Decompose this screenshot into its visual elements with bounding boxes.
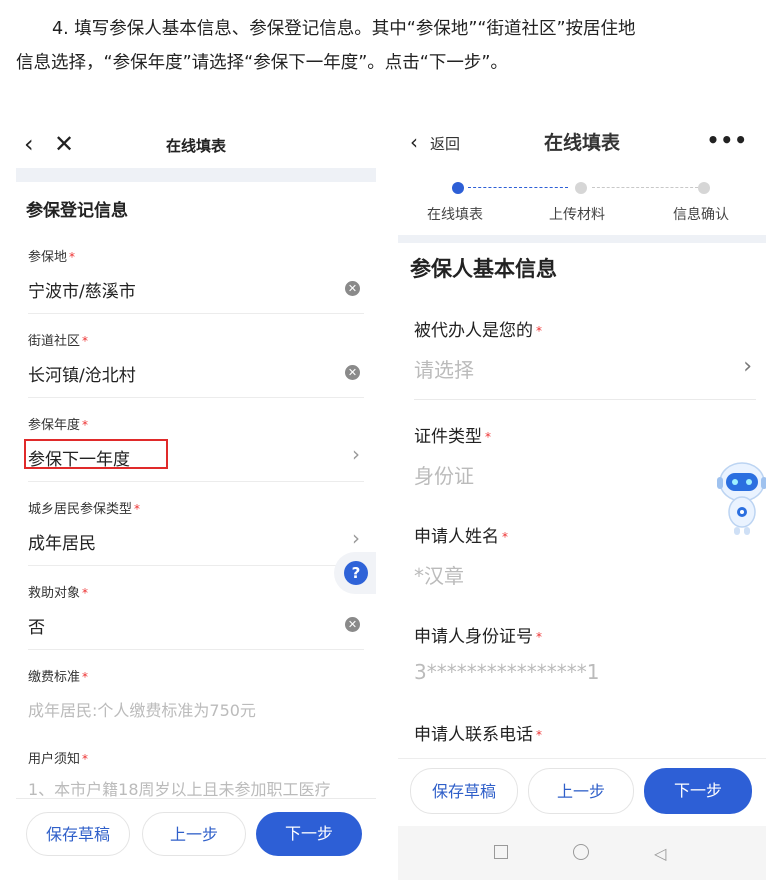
field-label: 救助对象 (28, 586, 81, 601)
field-value: 长河镇/沧北村 (28, 366, 136, 386)
square-icon[interactable] (494, 845, 508, 859)
chevron-right-icon: › (352, 526, 360, 550)
instruction-text: 4. 填写参保人基本信息、参保登记信息。其中“参保地”“街道社区”按居住地 信息… (16, 12, 771, 80)
next-step-button[interactable]: 下一步 (256, 812, 362, 856)
field-applicant-name: 申请人姓名 * *汉章 (414, 522, 756, 602)
back-button[interactable]: 返回 (430, 133, 460, 154)
field-id-type: 证件类型 * 身份证 (414, 422, 756, 502)
prev-step-button[interactable]: 上一步 (528, 768, 634, 814)
left-phone-screen: ‹ ✕ 在线填表 参保登记信息 参保地 * 宁波市/慈溪市 ✕ 街道社区 * 长河镇… (16, 122, 376, 880)
field-user-notice: 用户须知 * 1、本市户籍18周岁以上且未参加职工医疗 (28, 748, 364, 799)
right-nav-bar: ‹ 返回 在线填表 ••• (398, 122, 766, 164)
field-payment-standard: 缴费标准 * 成年居民:个人缴费标准为750元 (28, 666, 364, 732)
field-label: 申请人姓名 (414, 527, 499, 547)
divider-band (16, 168, 376, 182)
clear-icon[interactable]: ✕ (345, 365, 360, 380)
field-value: 3****************1 (414, 660, 600, 684)
field-assistance-target[interactable]: 救助对象 * 否 ✕ (28, 582, 364, 650)
page-title: 在线填表 (165, 137, 226, 155)
step-connector (468, 187, 568, 188)
field-label: 证件类型 (414, 427, 482, 447)
field-value: 成年居民 (28, 534, 96, 554)
field-insured-place[interactable]: 参保地 * 宁波市/慈溪市 ✕ (28, 246, 364, 314)
field-label: 用户须知 (28, 752, 81, 767)
field-value: 宁波市/慈溪市 (28, 282, 136, 302)
step-dot (575, 182, 587, 194)
left-footer-bar: 保存草稿 上一步 下一步 (16, 798, 376, 880)
step-label: 上传材料 (549, 207, 605, 223)
instruction-line-1: 4. 填写参保人基本信息、参保登记信息。其中“参保地”“街道社区”按居住地 (52, 19, 636, 39)
left-nav-bar: ‹ ✕ 在线填表 (16, 122, 376, 168)
required-mark: * (69, 250, 76, 264)
progress-stepper: 在线填表 上传材料 信息确认 (398, 168, 766, 232)
help-button[interactable]: ? (334, 552, 376, 594)
field-agent-relation[interactable]: 被代办人是您的 * 请选择 › (414, 316, 756, 400)
more-icon[interactable]: ••• (707, 128, 748, 152)
page-title: 在线填表 (543, 132, 620, 154)
chevron-right-icon: › (743, 354, 752, 379)
required-mark: * (536, 324, 542, 338)
field-value: 身份证 (414, 464, 474, 488)
field-label: 参保地 (28, 250, 68, 265)
step-label: 在线填表 (427, 207, 483, 223)
field-resident-insurance-type[interactable]: 城乡居民参保类型 * 成年居民 › (28, 498, 364, 566)
step-dot-active (452, 182, 464, 194)
save-draft-button[interactable]: 保存草稿 (410, 768, 518, 814)
question-icon: ? (344, 561, 368, 585)
field-label: 被代办人是您的 (414, 321, 533, 341)
required-mark: * (536, 630, 542, 644)
field-value: 成年居民:个人缴费标准为750元 (28, 701, 256, 720)
step-connector (592, 187, 698, 188)
required-mark: * (82, 418, 89, 432)
field-label: 城乡居民参保类型 (28, 502, 133, 517)
section-title: 参保登记信息 (26, 201, 128, 221)
field-label: 参保年度 (28, 418, 81, 433)
required-mark: * (82, 586, 89, 600)
field-street-community[interactable]: 街道社区 * 长河镇/沧北村 ✕ (28, 330, 364, 398)
prev-step-button[interactable]: 上一步 (142, 812, 246, 856)
required-mark: * (82, 670, 89, 684)
close-icon[interactable]: ✕ (54, 131, 74, 157)
divider-band (398, 235, 766, 243)
required-mark: * (502, 530, 508, 544)
triangle-back-icon[interactable]: ◁ (654, 844, 666, 863)
next-step-button[interactable]: 下一步 (644, 768, 752, 814)
save-draft-button[interactable]: 保存草稿 (26, 812, 130, 856)
field-label: 申请人联系电话 (414, 725, 533, 745)
field-value: *汉章 (414, 564, 464, 588)
field-label: 申请人身份证号 (414, 627, 533, 647)
right-footer-bar: 保存草稿 上一步 下一步 (398, 758, 766, 820)
field-label: 街道社区 (28, 334, 81, 349)
field-label: 缴费标准 (28, 670, 81, 685)
field-applicant-id-number: 申请人身份证号 * 3****************1 (414, 622, 756, 702)
chevron-right-icon: › (352, 442, 360, 466)
section-title: 参保人基本信息 (410, 257, 557, 281)
step-label: 信息确认 (673, 207, 729, 223)
highlight-box (24, 439, 168, 469)
field-value: 否 (28, 618, 45, 638)
clear-icon[interactable]: ✕ (345, 617, 360, 632)
clear-icon[interactable]: ✕ (345, 281, 360, 296)
back-chevron-icon[interactable]: ‹ (410, 130, 418, 154)
required-mark: * (82, 752, 89, 766)
field-value: 1、本市户籍18周岁以上且未参加职工医疗 (28, 780, 331, 799)
required-mark: * (536, 728, 542, 742)
back-chevron-icon[interactable]: ‹ (24, 131, 34, 157)
required-mark: * (134, 502, 141, 516)
required-mark: * (82, 334, 89, 348)
field-value: 请选择 (414, 358, 474, 382)
step-dot (698, 182, 710, 194)
system-nav-bar: ◁ (398, 826, 766, 880)
field-applicant-phone[interactable]: 申请人联系电话 * (414, 720, 756, 756)
circle-icon[interactable] (573, 844, 589, 860)
required-mark: * (485, 430, 491, 444)
instruction-line-2: 信息选择，“参保年度”请选择“参保下一年度”。点击“下一步”。 (16, 53, 508, 73)
right-phone-screen: ‹ 返回 在线填表 ••• 在线填表 上传材料 信息确认 参保人基本信息 被代办… (398, 122, 766, 880)
robot-assistant-icon[interactable] (716, 460, 766, 540)
